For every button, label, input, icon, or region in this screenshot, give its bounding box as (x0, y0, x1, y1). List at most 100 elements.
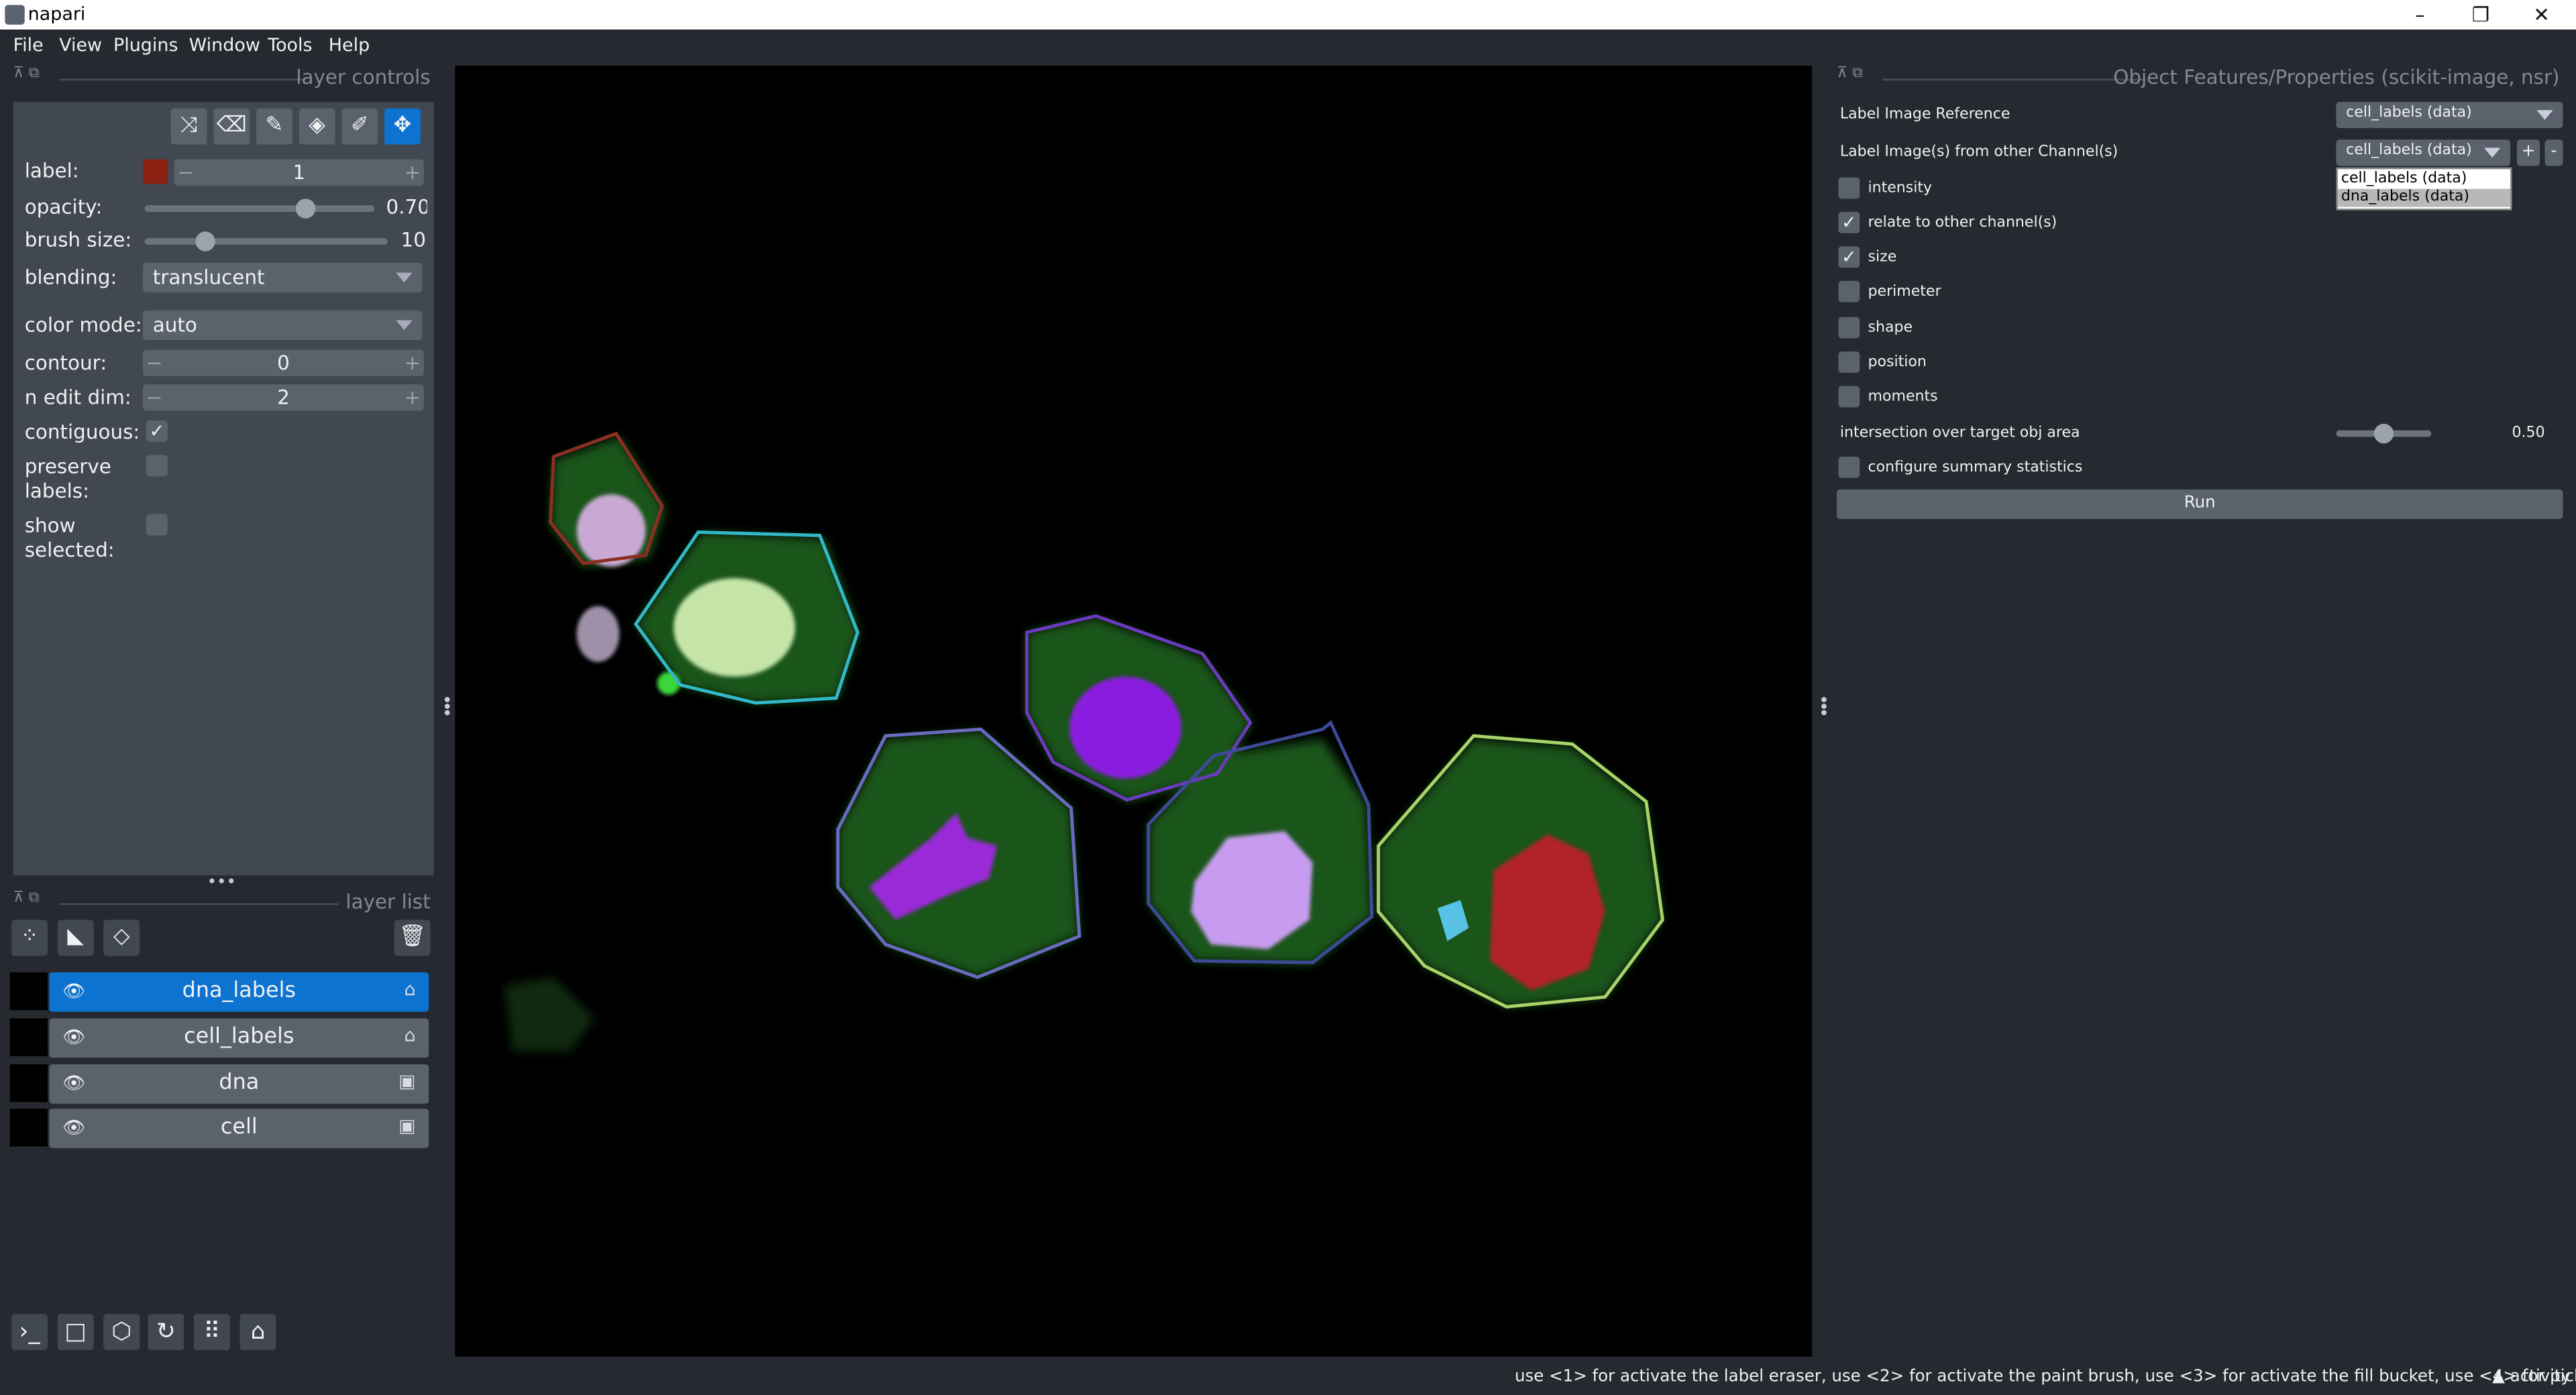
right-splitter-handle[interactable]: • • • (1819, 691, 1829, 723)
iou-value: 0.50 (2512, 425, 2545, 442)
layer-list-header: ⊼ ⧉ layer list (13, 890, 434, 916)
other-channels-dropdown[interactable]: cell_labels (data) (2336, 140, 2511, 166)
show-selected-checkbox[interactable] (146, 514, 168, 536)
brush-size-value: 10 (400, 228, 426, 252)
float-icon[interactable]: ⊼ ⧉ (13, 66, 40, 82)
iou-slider-handle[interactable] (2373, 423, 2394, 444)
blending-label: blending: (24, 266, 117, 290)
preserve-labels-label-2: labels: (24, 480, 90, 503)
contour-label: contour: (24, 351, 107, 375)
color-mode-label: color mode: (24, 313, 142, 337)
layer-thumbnail (9, 1109, 48, 1147)
n-edit-dim-spinbox[interactable]: −2 + (143, 384, 424, 411)
transpose-icon[interactable]: ↻ (148, 1314, 184, 1351)
preserve-labels-label-1: preserve (24, 455, 111, 478)
remove-channel-button[interactable]: - (2544, 140, 2563, 166)
layer-thumbnail (9, 1018, 48, 1056)
brush-size-label: brush size: (24, 228, 132, 252)
plugin-title: Object Features/Properties (scikit-image… (2113, 65, 2560, 89)
menu-view[interactable]: View (59, 34, 102, 56)
position-label: position (1868, 354, 1927, 372)
layer-name: dna (219, 1070, 260, 1096)
pan-zoom-icon[interactable]: ✥ (384, 108, 421, 145)
other-channels-label: Label Image(s) from other Channel(s) (1839, 144, 2118, 162)
fill-bucket-icon[interactable]: ◈ (299, 108, 335, 145)
show-selected-label-2: selected: (24, 539, 115, 562)
chevron-down-icon (2536, 110, 2553, 120)
viewer-canvas[interactable] (455, 65, 1813, 1357)
size-label: size (1868, 249, 1897, 266)
float-icon[interactable]: ⊼ ⧉ (13, 890, 40, 906)
new-labels-layer-icon[interactable]: ◇ (103, 919, 140, 956)
summary-statistics-label: configure summary statistics (1868, 459, 2083, 477)
label-image-reference-dropdown[interactable]: cell_labels (data) (2336, 101, 2563, 129)
close-button[interactable]: ✕ (2517, 0, 2566, 30)
dropdown-option[interactable]: cell_labels (data) (2341, 171, 2467, 187)
size-checkbox[interactable]: ✓ (1838, 246, 1860, 268)
contiguous-checkbox[interactable]: ✓ (146, 420, 168, 442)
layer-controls-title: layer controls (296, 65, 431, 89)
shape-checkbox[interactable] (1838, 317, 1860, 339)
home-icon[interactable]: ⌂ (239, 1314, 276, 1351)
eraser-icon[interactable]: ⌫ (213, 108, 250, 145)
layer-thumbnail (9, 1064, 48, 1103)
iou-label: intersection over target obj area (1839, 425, 2080, 442)
color-picker-icon[interactable]: ✐ (341, 108, 378, 145)
layer-row-dna-labels[interactable]: 👁 dna_labels ⌂ (49, 972, 429, 1012)
delete-layer-icon[interactable]: 🗑 (394, 919, 431, 956)
splitter-handle[interactable]: ••• (207, 874, 236, 892)
opacity-slider-handle[interactable] (295, 199, 316, 219)
left-splitter-handle[interactable]: • • • (442, 691, 453, 723)
run-button[interactable]: Run (1836, 489, 2563, 519)
label-spinbox[interactable]: −1 + (174, 159, 424, 186)
shuffle-colors-icon[interactable]: ⤨ (170, 108, 207, 145)
contiguous-label: contiguous: (24, 420, 140, 444)
relate-channels-checkbox[interactable]: ✓ (1838, 211, 1860, 233)
layer-row-cell[interactable]: 👁 cell ▣ (49, 1109, 429, 1148)
brush-size-slider[interactable] (144, 238, 388, 245)
roll-dims-icon[interactable]: ⬡ (103, 1314, 140, 1351)
opacity-label: opacity: (24, 195, 103, 219)
tag-icon: ⌂ (404, 979, 416, 1001)
contour-spinbox[interactable]: −0 + (143, 349, 424, 376)
color-mode-dropdown[interactable]: auto (143, 310, 423, 340)
preserve-labels-checkbox[interactable] (146, 455, 168, 477)
new-points-layer-icon[interactable]: ⁘ (11, 919, 48, 956)
menu-help[interactable]: Help (329, 34, 370, 56)
add-channel-button[interactable]: + (2516, 140, 2540, 166)
grid-view-icon[interactable]: ⠿ (193, 1314, 230, 1351)
perimeter-checkbox[interactable] (1838, 280, 1860, 302)
menu-file[interactable]: File (13, 34, 44, 56)
label-label: label: (24, 159, 79, 182)
image-icon: ▣ (398, 1115, 416, 1137)
position-checkbox[interactable] (1838, 351, 1860, 373)
new-shapes-layer-icon[interactable]: ◣ (57, 919, 94, 956)
summary-statistics-checkbox[interactable] (1838, 456, 1860, 478)
perimeter-label: perimeter (1868, 284, 1941, 301)
ndisplay-toggle-icon[interactable]: □ (57, 1314, 94, 1351)
layer-controls-header: ⊼ ⧉ layer controls (13, 66, 434, 92)
blending-dropdown[interactable]: translucent (143, 262, 423, 292)
chevron-down-icon (396, 272, 413, 283)
n-edit-dim-label: n edit dim: (24, 386, 131, 409)
paint-brush-icon[interactable]: ✎ (256, 108, 292, 145)
layer-row-cell-labels[interactable]: 👁 cell_labels ⌂ (49, 1018, 429, 1058)
opacity-slider[interactable] (144, 205, 375, 212)
moments-checkbox[interactable] (1838, 386, 1860, 408)
float-icon[interactable]: ⊼ ⧉ (1837, 66, 1863, 82)
layer-name: cell (220, 1115, 258, 1140)
activity-button[interactable]: ▲ activity (2492, 1368, 2571, 1386)
label-color-swatch[interactable] (143, 159, 168, 184)
dropdown-option[interactable]: dna_labels (data) (2341, 189, 2469, 205)
layer-row-dna[interactable]: 👁 dna ▣ (49, 1064, 429, 1104)
intensity-checkbox[interactable] (1838, 177, 1860, 199)
brush-size-slider-handle[interactable] (195, 231, 215, 252)
menu-window[interactable]: Window (189, 34, 260, 56)
moments-label: moments (1868, 389, 1938, 406)
restore-button[interactable]: ❐ (2456, 0, 2505, 30)
status-message: use <1> for activate the label eraser, u… (1514, 1368, 2576, 1386)
minimize-button[interactable]: – (2396, 0, 2445, 30)
menu-tools[interactable]: Tools (268, 34, 312, 56)
console-icon[interactable]: ›_ (11, 1314, 48, 1351)
menu-plugins[interactable]: Plugins (113, 34, 178, 56)
